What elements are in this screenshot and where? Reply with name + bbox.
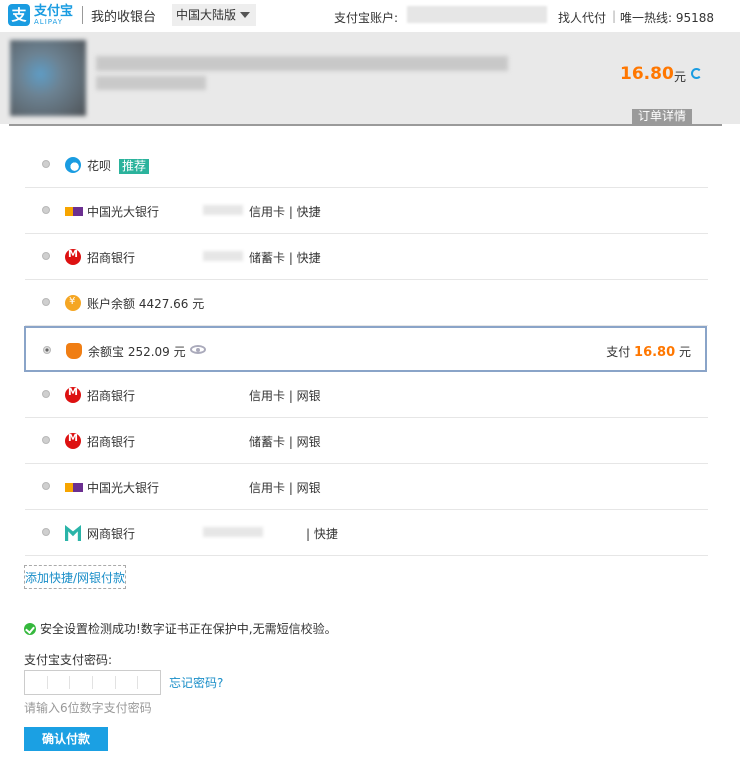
- huabei-icon: [65, 157, 81, 173]
- cmb-icon: [65, 433, 81, 449]
- pwd-digit: [48, 676, 71, 689]
- pwd-digit: [138, 676, 160, 689]
- refresh-icon[interactable]: [691, 68, 702, 79]
- alipay-logo[interactable]: 支 支付宝 ALIPAY: [8, 4, 73, 26]
- hotline: 唯一热线: 95188: [620, 11, 715, 25]
- recommend-badge: 推荐: [119, 159, 150, 174]
- payment-panel: 花呗推荐 中国光大银行 信用卡 | 快捷 招商银行 储蓄卡 | 快捷 账户余额 …: [9, 124, 722, 758]
- order-summary: 16.80 元 订单详情: [0, 32, 740, 124]
- radio-button[interactable]: [42, 436, 50, 444]
- method-type: 储蓄卡 | 快捷: [249, 251, 321, 265]
- method-type: 信用卡 | 快捷: [249, 205, 321, 219]
- password-hint: 请输入6位数字支付密码: [24, 701, 152, 715]
- pay-amount: 支付 16.80 元: [606, 343, 691, 360]
- card-number-blurred: [203, 251, 243, 261]
- card-number-blurred: [203, 527, 263, 537]
- logo-divider: [82, 6, 83, 24]
- radio-button[interactable]: [42, 206, 50, 214]
- pwd-digit: [93, 676, 116, 689]
- logo-cn: 支付宝: [34, 3, 74, 19]
- add-payment-link[interactable]: 添加快捷/网银付款: [24, 565, 127, 589]
- method-mybank-quick[interactable]: 网商银行 | 快捷: [25, 510, 708, 556]
- alipay-logo-icon: 支: [8, 4, 30, 26]
- method-ceb-credit-netbank[interactable]: 中国光大银行 信用卡 | 网银: [25, 464, 708, 510]
- find-payer-link[interactable]: 找人代付: [558, 9, 606, 26]
- method-cmb-debit-netbank[interactable]: 招商银行 储蓄卡 | 网银: [25, 418, 708, 464]
- card-number-blurred: [203, 205, 243, 215]
- mybank-icon: [65, 525, 81, 541]
- bank-icon: [65, 483, 83, 492]
- radio-button[interactable]: [42, 298, 50, 306]
- account-value-blurred: [407, 6, 547, 23]
- cashier-title: 我的收银台: [91, 10, 157, 25]
- coin-icon: [65, 295, 81, 311]
- pwd-digit: [70, 676, 94, 689]
- region-select[interactable]: 中国大陆版: [172, 4, 256, 26]
- order-title-blurred: [96, 56, 508, 71]
- method-cmb-credit-netbank[interactable]: 招商银行 信用卡 | 网银: [25, 372, 708, 418]
- method-name: 招商银行: [87, 389, 136, 403]
- method-type: 信用卡 | 网银: [249, 481, 321, 495]
- method-ceb-credit-quick[interactable]: 中国光大银行 信用卡 | 快捷: [25, 188, 708, 234]
- method-cmb-debit-quick[interactable]: 招商银行 储蓄卡 | 快捷: [25, 234, 708, 280]
- pay-prefix: 支付: [606, 345, 631, 359]
- cmb-icon: [65, 249, 81, 265]
- chevron-down-icon: [240, 12, 250, 18]
- security-note: 安全设置检测成功!数字证书正在保护中,无需短信校验。: [24, 620, 337, 637]
- password-label: 支付宝支付密码:: [24, 653, 113, 667]
- header-separator: |: [612, 9, 617, 23]
- bank-icon: [65, 207, 83, 216]
- method-name: 余额宝 252.09 元: [88, 345, 186, 359]
- radio-button[interactable]: [42, 390, 50, 398]
- password-input[interactable]: [24, 670, 161, 695]
- method-name: 花呗: [87, 159, 112, 173]
- order-merchant-blurred: [96, 76, 206, 90]
- method-huabei[interactable]: 花呗 推荐: [25, 142, 708, 188]
- product-thumbnail: [10, 40, 86, 116]
- method-name: 网商银行: [87, 527, 136, 541]
- method-type: 储蓄卡 | 网银: [249, 435, 321, 449]
- logo-text: 支付宝 ALIPAY: [34, 5, 73, 26]
- pay-value: 16.80: [634, 345, 676, 360]
- method-name: 招商银行: [87, 251, 136, 265]
- radio-button[interactable]: [42, 528, 50, 536]
- order-detail-button[interactable]: 订单详情: [632, 109, 692, 124]
- method-type: 信用卡 | 网银: [249, 389, 321, 403]
- account-label: 支付宝账户:: [334, 11, 399, 25]
- security-text: 安全设置检测成功!数字证书正在保护中,无需短信校验。: [40, 622, 337, 636]
- method-name-wrap: 花呗 推荐: [87, 157, 150, 174]
- confirm-pay-button[interactable]: 确认付款: [24, 727, 108, 751]
- method-name: 中国光大银行: [87, 481, 160, 495]
- method-name: 招商银行: [87, 435, 136, 449]
- radio-button-checked[interactable]: [43, 346, 51, 354]
- pwd-digit: [25, 676, 48, 689]
- eye-icon[interactable]: [190, 345, 206, 354]
- radio-button[interactable]: [42, 482, 50, 490]
- check-circle-icon: [24, 622, 36, 635]
- method-balance[interactable]: 账户余额 4427.66 元: [25, 280, 708, 326]
- cmb-icon: [65, 387, 81, 403]
- method-type: | 快捷: [306, 527, 338, 541]
- pwd-digit: [116, 676, 139, 689]
- method-yuebao-selected[interactable]: 余额宝 252.09 元 支付 16.80 元: [24, 326, 707, 372]
- yuebao-icon: [66, 343, 82, 359]
- method-name: 中国光大银行: [87, 205, 160, 219]
- order-amount: 16.80: [620, 64, 674, 84]
- radio-button[interactable]: [42, 252, 50, 260]
- pay-unit: 元: [678, 345, 691, 359]
- radio-button[interactable]: [42, 160, 50, 168]
- forgot-password-link[interactable]: 忘记密码?: [169, 674, 223, 691]
- order-unit: 元: [674, 70, 687, 84]
- logo-en: ALIPAY: [34, 17, 64, 26]
- top-bar: 支 支付宝 ALIPAY 我的收银台 中国大陆版 支付宝账户: 找人代付 | 唯…: [0, 0, 740, 32]
- region-label: 中国大陆版: [176, 8, 237, 22]
- method-name: 账户余额 4427.66 元: [87, 297, 205, 311]
